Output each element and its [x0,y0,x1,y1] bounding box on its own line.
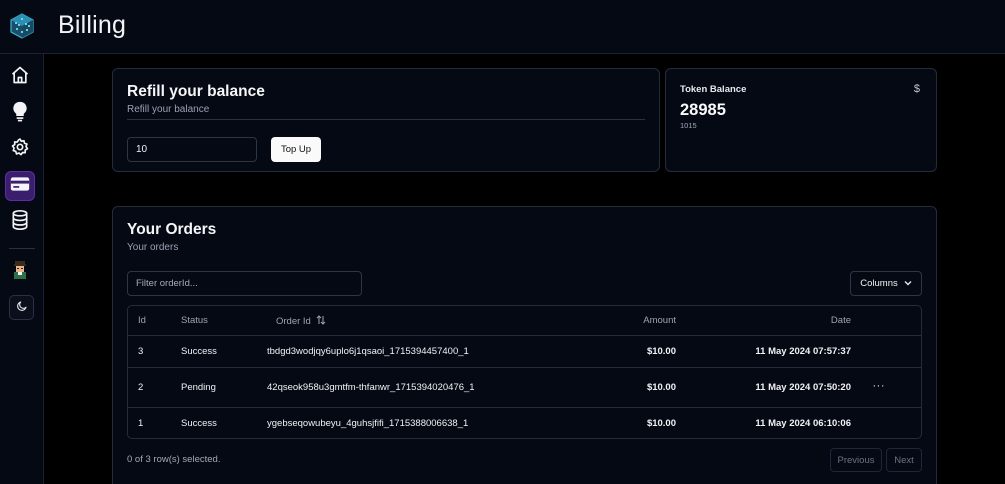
row-id: 3 [138,346,144,357]
sort-arrows-icon [316,315,326,328]
columns-button[interactable]: Columns [850,271,922,296]
row-amount: $10.00 [646,382,676,393]
top-bar: Billing [0,0,1005,54]
refill-divider [127,119,645,120]
sidebar-item-settings[interactable] [5,134,35,164]
dollar-icon: $ [913,83,920,95]
columns-label: Columns [860,278,898,289]
token-secondary-value: 1015 [680,121,697,130]
row-id: 2 [138,382,144,393]
row-actions-menu-icon[interactable]: ··· [873,380,886,392]
refill-subtitle: Refill your balance [127,104,210,115]
user-avatar[interactable] [5,257,35,287]
row-order-id: 42qseok958u3gmtfm-thfanwr_1715394020476_… [267,382,475,393]
table-row[interactable]: 2 Pending 42qseok958u3gmtfm-thfanwr_1715… [128,368,921,408]
orders-title: Your Orders [127,221,217,238]
table-header-row: Id Status Order Id Amount Date [128,306,921,336]
header-order-id-label: Order Id [276,316,311,327]
orders-card: Your Orders Your orders Columns Id Statu… [112,206,937,484]
amount-input[interactable] [127,137,257,162]
gear-icon [10,137,30,162]
row-status: Pending [181,382,216,393]
token-balance-label: Token Balance [680,84,747,95]
row-status: Success [181,346,217,357]
database-icon [10,209,30,236]
row-id: 1 [138,418,144,429]
home-icon [10,65,30,90]
header-order-id[interactable]: Order Id [276,315,326,328]
orders-subtitle: Your orders [127,242,179,253]
selected-rows-text: 0 of 3 row(s) selected. [127,454,221,465]
token-balance-value: 28985 [680,101,726,119]
header-date: Date [830,315,851,326]
next-page-button[interactable]: Next [886,448,922,472]
row-date: 11 May 2024 07:57:37 [755,346,851,357]
moon-icon [16,299,28,317]
table-row[interactable]: 3 Success tbdgd3wodjqy6uplo6j1qsaoi_1715… [128,336,921,368]
token-balance-card: Token Balance $ 28985 1015 [665,68,937,172]
sidebar-item-database[interactable] [5,207,35,237]
row-amount: $10.00 [646,346,676,357]
row-date: 11 May 2024 06:10:06 [755,418,851,429]
chevron-down-icon [904,278,912,289]
table-row[interactable]: 1 Success ygebseqowubeyu_4guhsjfifi_1715… [128,408,921,438]
refill-card: Refill your balance Refill your balance … [112,68,660,172]
sidebar-divider [9,248,35,249]
lightbulb-icon [10,100,30,127]
credit-card-icon [10,176,30,197]
sidebar-item-home[interactable] [5,62,35,92]
avatar-icon [11,260,29,285]
sidebar-item-ideas[interactable] [5,98,35,128]
header-id: Id [138,315,146,326]
row-amount: $10.00 [646,418,676,429]
filter-order-input[interactable] [127,271,362,296]
sidebar-item-billing[interactable] [5,171,35,201]
header-status: Status [181,315,208,326]
row-status: Success [181,418,217,429]
cube-logo-icon[interactable] [9,13,35,39]
row-date: 11 May 2024 07:50:20 [755,382,851,393]
sidebar [0,54,44,484]
refill-title: Refill your balance [127,83,265,100]
page-title: Billing [58,11,127,39]
previous-page-button[interactable]: Previous [830,448,882,472]
row-order-id: ygebseqowubeyu_4guhsjfifi_1715388006638_… [267,418,469,429]
top-up-button[interactable]: Top Up [271,137,321,162]
orders-table: Id Status Order Id Amount Date 3 Success… [127,305,922,439]
header-amount: Amount [643,315,676,326]
theme-toggle-button[interactable] [9,295,34,320]
row-order-id: tbdgd3wodjqy6uplo6j1qsaoi_1715394457400_… [267,346,469,357]
